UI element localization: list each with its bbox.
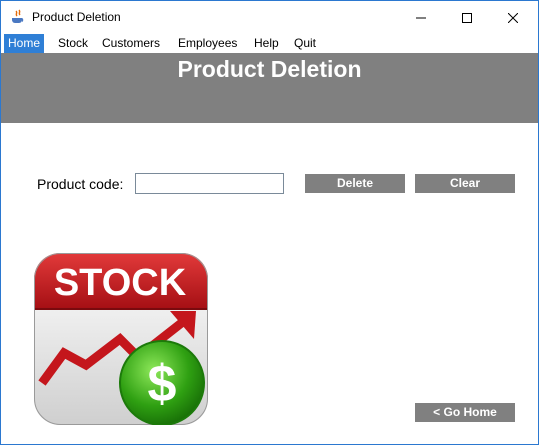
clear-button[interactable]: Clear: [415, 174, 515, 193]
menu-help[interactable]: Help: [250, 34, 283, 53]
app-window: Product Deletion Home Stock Customers Em…: [0, 0, 539, 445]
window-title: Product Deletion: [32, 10, 121, 24]
product-code-label: Product code:: [37, 176, 124, 192]
maximize-button[interactable]: [444, 1, 490, 34]
delete-button[interactable]: Delete: [305, 174, 405, 193]
go-home-button[interactable]: < Go Home: [415, 403, 515, 422]
title-bar[interactable]: Product Deletion: [1, 1, 538, 34]
menu-employees[interactable]: Employees: [174, 34, 241, 53]
menu-home[interactable]: Home: [4, 34, 45, 53]
menu-stock[interactable]: Stock: [54, 34, 92, 53]
page-title: Product Deletion: [177, 56, 362, 82]
java-app-icon: [12, 9, 24, 23]
menu-quit[interactable]: Quit: [290, 34, 320, 53]
menu-customers[interactable]: Customers: [98, 34, 164, 53]
minimize-icon: [416, 17, 426, 18]
product-code-input[interactable]: [135, 173, 284, 194]
menu-bar: Home Stock Customers Employees Help Quit: [1, 34, 538, 53]
header-banner: Product Deletion: [1, 53, 538, 123]
minimize-button[interactable]: [398, 1, 444, 34]
dollar-symbol: $: [148, 355, 177, 413]
logo-text: STOCK: [54, 262, 187, 304]
close-button[interactable]: [490, 1, 536, 34]
close-icon: [508, 12, 518, 23]
maximize-icon: [462, 12, 472, 23]
stock-logo: STOCK $: [34, 253, 208, 425]
